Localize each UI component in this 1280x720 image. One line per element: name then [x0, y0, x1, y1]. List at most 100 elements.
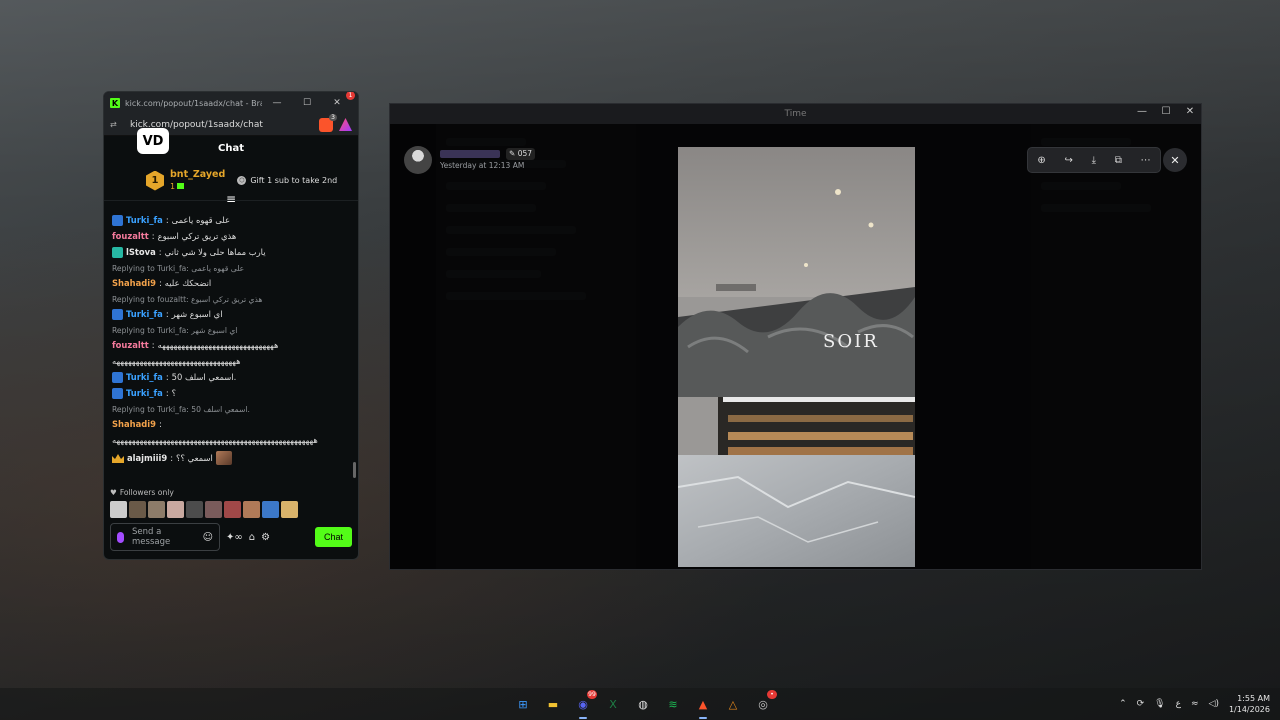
chat-username[interactable]: fouzaltt	[112, 231, 149, 242]
chrome-icon[interactable]: ◍	[631, 692, 655, 716]
windows-start-icon[interactable]: ⊞	[511, 692, 535, 716]
emote-bar[interactable]	[110, 501, 298, 518]
emote[interactable]	[167, 501, 184, 518]
gifter-name[interactable]: bnt_Zayed	[170, 169, 225, 181]
discord-titlebar[interactable]: Time — ☐ ✕	[390, 104, 1201, 124]
reply-context[interactable]: Replying to Turki_fa: علی قهوه یاعمی	[112, 264, 350, 273]
chat-username[interactable]: fouzaltt	[112, 340, 149, 351]
microphone-icon[interactable]: 🎙	[1154, 699, 1165, 709]
steam-icon[interactable]: ◎ •	[751, 690, 777, 716]
mic-icon[interactable]	[117, 531, 124, 543]
username-separator: :	[158, 247, 162, 257]
emote[interactable]	[129, 501, 146, 518]
message-input[interactable]: Send a message ☺	[110, 523, 220, 551]
chat-username[interactable]: Turki_fa	[126, 372, 163, 383]
store-icon[interactable]: ⌂	[249, 532, 255, 543]
chat-messages[interactable]: Turki_fa: علی قهوه یاعمی fouzaltt: هذي تريق…	[104, 210, 358, 482]
chat-username[interactable]: Turki_fa	[126, 215, 163, 226]
brave-rewards-icon[interactable]	[339, 118, 352, 131]
spotify-icon[interactable]: ≋	[661, 692, 685, 716]
collapse-pinned-icon[interactable]: ≡	[226, 192, 236, 206]
chat-message[interactable]: Turki_fa: ؟	[112, 388, 350, 399]
emote[interactable]	[205, 501, 222, 518]
reply-context[interactable]: Replying to Turki_fa: 50 اسمعي اسلف.	[112, 405, 350, 414]
minimize-button[interactable]: —	[1135, 106, 1149, 117]
chat-scrollbar[interactable]	[353, 462, 356, 478]
emote[interactable]	[186, 501, 203, 518]
clock-date: 1/14/2026	[1228, 705, 1270, 714]
sync-icon[interactable]: ⟳	[1137, 699, 1145, 709]
open-external-icon[interactable]: ⧉	[1115, 155, 1122, 166]
emote[interactable]	[224, 501, 241, 518]
emoji-icon[interactable]: ☺	[203, 532, 213, 543]
settings-gear-icon[interactable]: ⚙	[261, 532, 270, 543]
reply-context[interactable]: Replying to fouzaltt: هذي تريق تركي اسبو…	[112, 295, 350, 304]
emote[interactable]	[110, 501, 127, 518]
chat-message[interactable]: Shahadi9:	[112, 419, 350, 430]
top-gifter[interactable]: bnt_Zayed 1	[170, 169, 225, 193]
clock[interactable]: 1:55 AM 1/14/2026	[1229, 693, 1270, 715]
username-separator: :	[158, 419, 162, 429]
crown-badge-icon	[112, 454, 124, 463]
chat-username[interactable]: Shahadi9	[112, 419, 156, 430]
chat-message[interactable]: alajmiii9: اسمعي ؟؟	[112, 451, 350, 465]
chat-text: 50 اسمعي اسلف.	[171, 372, 237, 382]
emote[interactable]	[262, 501, 279, 518]
chat-username[interactable]: Turki_fa	[126, 388, 163, 399]
notification-badge: •	[767, 690, 777, 699]
chat-message[interactable]: lStova: يارب مماها حلى ولا شي ثاني	[112, 247, 350, 258]
input-language[interactable]: ع	[1176, 699, 1181, 709]
close-button[interactable]: ✕	[1183, 106, 1197, 117]
wifi-icon[interactable]: ≈	[1191, 699, 1199, 709]
brave-chat-window[interactable]: K kick.com/popout/1saadx/chat - Brave — …	[103, 91, 359, 560]
gift-leaderboard[interactable]: 1 bnt_Zayed 1 ⬡ Gift 1 sub to take 2nd ≡	[104, 161, 358, 206]
chat-message[interactable]: Turki_fa: اي اسبوع شهر	[112, 309, 350, 320]
file-explorer-icon[interactable]: ▬	[541, 692, 565, 716]
volume-icon[interactable]: ◁)	[1209, 699, 1219, 709]
chat-message[interactable]: Turki_fa:50 اسمعي اسلف.	[112, 372, 350, 383]
chat-message[interactable]: fouzaltt: هذي تريق تركي اسبوع	[112, 231, 350, 242]
site-settings-icon[interactable]: ⇄	[110, 120, 124, 129]
username-separator: :	[170, 452, 174, 463]
more-options-icon[interactable]: ⋯	[1141, 155, 1151, 166]
brave-icon[interactable]: ▲	[691, 692, 715, 719]
maximize-button[interactable]: ☐	[292, 98, 322, 108]
emote[interactable]	[243, 501, 260, 518]
chat-message[interactable]: Turki_fa: علی قهوه یاعمی	[112, 215, 350, 226]
vlc-icon[interactable]: △	[721, 692, 745, 716]
excel-icon[interactable]: X	[601, 692, 625, 716]
close-viewer-button[interactable]: ✕	[1163, 148, 1187, 172]
brave-titlebar[interactable]: K kick.com/popout/1saadx/chat - Brave — …	[104, 92, 358, 114]
zoom-in-icon[interactable]: ⊕	[1037, 155, 1045, 166]
forward-icon[interactable]: ↪	[1064, 155, 1072, 166]
gift-cta[interactable]: ⬡ Gift 1 sub to take 2nd	[237, 176, 337, 185]
emote[interactable]	[281, 501, 298, 518]
chat-text: هذي تريق تركي اسبوع	[157, 231, 237, 241]
maximize-button[interactable]: ☐	[1159, 106, 1173, 117]
chat-message[interactable]: Shahadi9: انضحكك عليه	[112, 278, 350, 289]
app-glyph: ◉	[578, 697, 588, 711]
kicks-icon[interactable]: ✦∞	[226, 532, 243, 543]
discord-icon[interactable]: ◉ 99	[571, 690, 597, 719]
emote[interactable]	[148, 501, 165, 518]
message-timestamp: Yesterday at 12:13 AM	[440, 161, 525, 170]
app-glyph: ◍	[638, 697, 648, 711]
chevron-up-icon[interactable]: ⌃	[1119, 699, 1127, 709]
chat-username[interactable]: Turki_fa	[126, 309, 163, 320]
chat-username[interactable]: alajmiii9	[127, 453, 167, 464]
chat-message[interactable]: fouzaltt: ههههههههههههههههههههههههههههههه	[112, 340, 350, 351]
discord-window[interactable]: Time — ☐ ✕ ✎ 057 Yesterday at 12:13 AM S…	[389, 103, 1202, 570]
download-icon[interactable]: ⤓	[1092, 155, 1096, 166]
shared-photo[interactable]: SOIR	[678, 147, 915, 567]
author-avatar[interactable]	[404, 146, 432, 174]
chat-username[interactable]: Shahadi9	[112, 278, 156, 289]
minimize-button[interactable]: —	[262, 98, 292, 108]
send-chat-button[interactable]: Chat	[315, 527, 352, 547]
author-name[interactable]	[440, 150, 500, 158]
app-glyph: ≋	[668, 697, 678, 711]
message-placeholder[interactable]: Send a message	[132, 527, 195, 547]
reply-context[interactable]: Replying to Turki_fa: اي اسبوع شهر	[112, 326, 350, 335]
pin-icon: ✎	[509, 149, 516, 158]
chat-username[interactable]: lStova	[126, 247, 156, 258]
brave-shields-icon[interactable]: 3	[319, 113, 337, 132]
